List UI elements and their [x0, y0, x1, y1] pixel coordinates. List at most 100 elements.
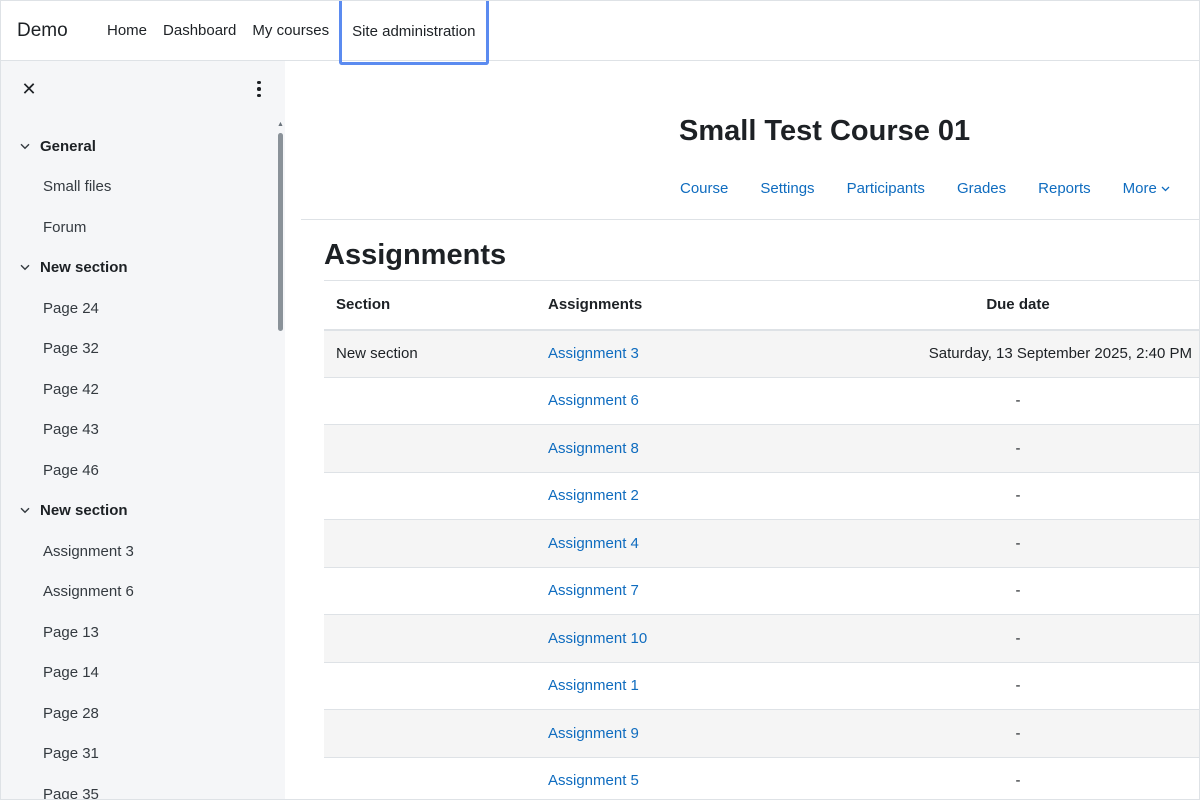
assignment-link[interactable]: Assignment 8 [548, 440, 639, 457]
course-title: Small Test Course 01 [679, 115, 971, 147]
main-content: Small Test Course 01 Course Settings Par… [285, 61, 1200, 800]
course-index-item[interactable]: Page 42 [1, 369, 276, 410]
chevron-down-icon[interactable] [19, 264, 31, 271]
section-cell [324, 567, 536, 615]
assignment-cell: Assignment 6 [536, 377, 836, 425]
tab-settings[interactable]: Settings [760, 180, 814, 197]
course-index-section[interactable]: New section [1, 248, 276, 289]
section-cell [324, 472, 536, 520]
assignment-link[interactable]: Assignment 4 [548, 535, 639, 552]
course-index-item[interactable]: Page 24 [1, 288, 276, 329]
assignment-cell: Assignment 10 [536, 614, 836, 663]
due-date-cell: Saturday, 13 September 2025, 2:40 PM [836, 329, 1199, 378]
section-cell [324, 519, 536, 568]
course-index-item[interactable]: Assignment 6 [1, 572, 276, 613]
course-index-drawer: ✕ General Small files Forum New section … [0, 61, 285, 800]
tab-more-label: More [1122, 180, 1157, 197]
section-title: New section [40, 259, 128, 277]
assignment-cell: Assignment 5 [536, 757, 836, 799]
chevron-down-icon[interactable] [19, 507, 31, 514]
table-row: Assignment 9 - [324, 709, 1199, 758]
section-title: General [40, 137, 96, 155]
table-row: Assignment 10 - [324, 614, 1199, 663]
kebab-menu-icon[interactable] [251, 79, 267, 99]
column-header-assignments: Assignments [536, 280, 836, 331]
close-icon[interactable]: ✕ [19, 79, 39, 99]
page-title: Assignments [324, 239, 507, 271]
section-title: New section [40, 502, 128, 520]
table-row: Assignment 5 - [324, 757, 1199, 799]
course-index-item[interactable]: Page 13 [1, 612, 276, 653]
table-row: New section Assignment 3 Saturday, 13 Se… [324, 329, 1199, 378]
section-cell [324, 709, 536, 758]
section-cell [324, 614, 536, 663]
course-index-item[interactable]: Small files [1, 167, 276, 208]
course-index-item[interactable]: Page 14 [1, 653, 276, 694]
due-date-cell: - [836, 472, 1199, 520]
course-index-section[interactable]: General [1, 126, 276, 167]
section-cell: New section [324, 329, 536, 378]
course-index-item[interactable]: Forum [1, 207, 276, 248]
course-index-item[interactable]: Page 46 [1, 450, 276, 491]
assignment-link[interactable]: Assignment 10 [548, 630, 647, 647]
assignments-table: Section Assignments Due date New section… [324, 280, 1199, 799]
table-row: Assignment 4 - [324, 519, 1199, 568]
course-index-item[interactable]: Page 32 [1, 329, 276, 370]
course-index-section[interactable]: New section [1, 491, 276, 532]
due-date-cell: - [836, 757, 1199, 799]
assignment-cell: Assignment 3 [536, 329, 836, 378]
divider [301, 219, 1199, 220]
assignment-link[interactable]: Assignment 9 [548, 725, 639, 742]
top-navbar: Demo Home Dashboard My courses Site admi… [0, 0, 1200, 65]
chevron-down-icon[interactable] [19, 143, 31, 150]
course-index-item[interactable]: Page 28 [1, 693, 276, 734]
due-date-cell: - [836, 614, 1199, 663]
table-header-row: Section Assignments Due date [324, 280, 1199, 331]
assignment-link[interactable]: Assignment 6 [548, 392, 639, 409]
section-cell [324, 757, 536, 799]
tab-reports[interactable]: Reports [1038, 180, 1091, 197]
assignment-link[interactable]: Assignment 7 [548, 582, 639, 599]
table-row: Assignment 1 - [324, 662, 1199, 710]
assignment-link[interactable]: Assignment 5 [548, 772, 639, 789]
assignment-cell: Assignment 2 [536, 472, 836, 520]
due-date-cell: - [836, 424, 1199, 473]
course-index-item[interactable]: Assignment 3 [1, 531, 276, 572]
section-cell [324, 424, 536, 473]
assignment-cell: Assignment 9 [536, 709, 836, 758]
due-date-cell: - [836, 519, 1199, 568]
tab-participants[interactable]: Participants [847, 180, 925, 197]
table-row: Assignment 2 - [324, 472, 1199, 520]
due-date-cell: - [836, 567, 1199, 615]
nav-dashboard[interactable]: Dashboard [155, 1, 244, 60]
section-cell [324, 377, 536, 425]
course-index-list: General Small files Forum New section Pa… [1, 126, 276, 799]
assignment-link[interactable]: Assignment 2 [548, 487, 639, 504]
nav-my-courses[interactable]: My courses [244, 1, 337, 60]
tab-grades[interactable]: Grades [957, 180, 1006, 197]
assignment-cell: Assignment 7 [536, 567, 836, 615]
tab-course[interactable]: Course [680, 180, 728, 197]
column-header-section: Section [324, 280, 536, 331]
assignment-cell: Assignment 4 [536, 519, 836, 568]
assignment-cell: Assignment 8 [536, 424, 836, 473]
due-date-cell: - [836, 709, 1199, 758]
due-date-cell: - [836, 377, 1199, 425]
course-index-item[interactable]: Page 35 [1, 774, 276, 799]
scroll-up-arrow-icon[interactable]: ▲ [277, 121, 284, 129]
table-row: Assignment 6 - [324, 377, 1199, 425]
tab-more[interactable]: More [1123, 180, 1170, 197]
nav-site-administration[interactable]: Site administration [339, 1, 489, 65]
course-index-item[interactable]: Page 31 [1, 734, 276, 775]
primary-navigation: Home Dashboard My courses Site administr… [99, 1, 489, 65]
drawer-scrollbar-thumb[interactable] [278, 133, 283, 331]
assignment-link[interactable]: Assignment 3 [548, 345, 639, 362]
assignment-cell: Assignment 1 [536, 662, 836, 710]
course-index-item[interactable]: Page 43 [1, 410, 276, 451]
nav-home[interactable]: Home [99, 1, 155, 60]
site-brand[interactable]: Demo [1, 1, 99, 60]
course-secondary-navigation: Course Settings Participants Grades Repo… [680, 180, 1170, 197]
assignment-link[interactable]: Assignment 1 [548, 677, 639, 694]
section-cell [324, 662, 536, 710]
table-row: Assignment 8 - [324, 424, 1199, 473]
